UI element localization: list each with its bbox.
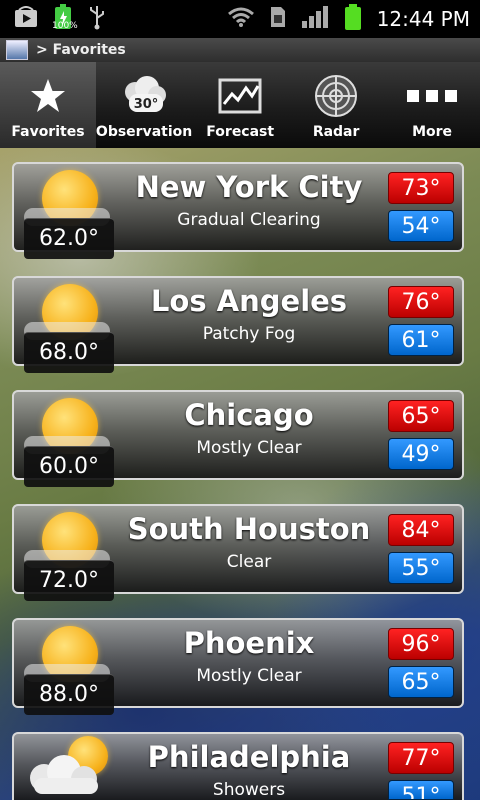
city-name: Philadelphia xyxy=(147,740,351,774)
current-temp: 68.0° xyxy=(24,332,114,373)
current-temp: 88.0° xyxy=(24,674,114,715)
city-card-chicago[interactable]: 60.0° Chicago Mostly Clear 65° 49° xyxy=(12,390,464,487)
condition: Mostly Clear xyxy=(196,438,302,458)
nav-radar-label: Radar xyxy=(312,124,360,140)
high-temp: 73° xyxy=(388,172,454,204)
star-icon xyxy=(29,74,67,118)
low-temp: 49° xyxy=(388,438,454,470)
status-bar: 100% 12:44 PM xyxy=(0,0,480,38)
nav-forecast[interactable]: Forecast xyxy=(192,62,288,148)
low-temp: 61° xyxy=(388,324,454,356)
low-temp: 51° xyxy=(388,780,454,800)
city-name: New York City xyxy=(135,170,363,204)
breadcrumb-bar: > Favorites xyxy=(0,38,480,63)
low-temp: 65° xyxy=(388,666,454,698)
nav-observation[interactable]: 30° Observation xyxy=(96,62,192,148)
sim-card-icon xyxy=(269,5,287,33)
clock: 12:44 PM xyxy=(376,7,470,31)
low-temp: 55° xyxy=(388,552,454,584)
high-temp: 84° xyxy=(388,514,454,546)
city-card-phoenix[interactable]: 88.0° Phoenix Mostly Clear 96° 65° xyxy=(12,618,464,715)
play-store-icon xyxy=(14,6,38,32)
wifi-icon xyxy=(227,6,255,32)
nav-favorites[interactable]: Favorites xyxy=(0,62,96,148)
nav-forecast-label: Forecast xyxy=(206,124,275,140)
current-temp: 72.0° xyxy=(24,560,114,601)
condition: Clear xyxy=(226,552,272,572)
breadcrumb: > Favorites xyxy=(36,42,126,58)
nav-favorites-label: Favorites xyxy=(11,124,85,140)
nav-more[interactable]: More xyxy=(384,62,480,148)
radar-icon xyxy=(314,74,358,118)
city-card-south-houston[interactable]: 72.0° South Houston Clear 84° 55° xyxy=(12,504,464,601)
cloud-icon xyxy=(30,755,98,794)
observation-icon-text: 30° xyxy=(134,97,159,112)
forecast-chart-icon xyxy=(218,74,262,118)
current-temp: 60.0° xyxy=(24,446,114,487)
condition: Patchy Fog xyxy=(202,324,296,344)
app-logo-icon xyxy=(6,40,28,60)
high-temp: 65° xyxy=(388,400,454,432)
condition: Gradual Clearing xyxy=(177,210,321,230)
nav-observation-label: Observation xyxy=(95,124,193,140)
signal-icon xyxy=(301,5,329,33)
battery-percent-label: 100% xyxy=(52,21,78,31)
nav-bar: Favorites 30° Observation Forecast Radar… xyxy=(0,62,480,148)
condition: Mostly Clear xyxy=(196,666,302,686)
high-temp: 76° xyxy=(388,286,454,318)
city-name: Chicago xyxy=(184,398,314,432)
condition: Showers xyxy=(212,780,286,800)
city-card-philadelphia[interactable]: Philadelphia Showers 77° 51° xyxy=(12,732,464,800)
city-name: Los Angeles xyxy=(150,284,348,318)
nav-more-label: More xyxy=(412,124,453,140)
current-temp: 62.0° xyxy=(24,218,114,259)
city-name: South Houston xyxy=(127,512,371,546)
high-temp: 96° xyxy=(388,628,454,660)
city-card-new-york[interactable]: 62.0° New York City Gradual Clearing 73°… xyxy=(12,162,464,259)
nav-radar[interactable]: Radar xyxy=(288,62,384,148)
battery-icon xyxy=(343,3,363,35)
city-card-los-angeles[interactable]: 68.0° Los Angeles Patchy Fog 76° 61° xyxy=(12,276,464,373)
high-temp: 77° xyxy=(388,742,454,774)
usb-icon xyxy=(88,4,106,34)
observation-icon: 30° xyxy=(121,74,167,118)
more-icon xyxy=(407,74,458,118)
low-temp: 54° xyxy=(388,210,454,242)
city-name: Phoenix xyxy=(183,626,315,660)
